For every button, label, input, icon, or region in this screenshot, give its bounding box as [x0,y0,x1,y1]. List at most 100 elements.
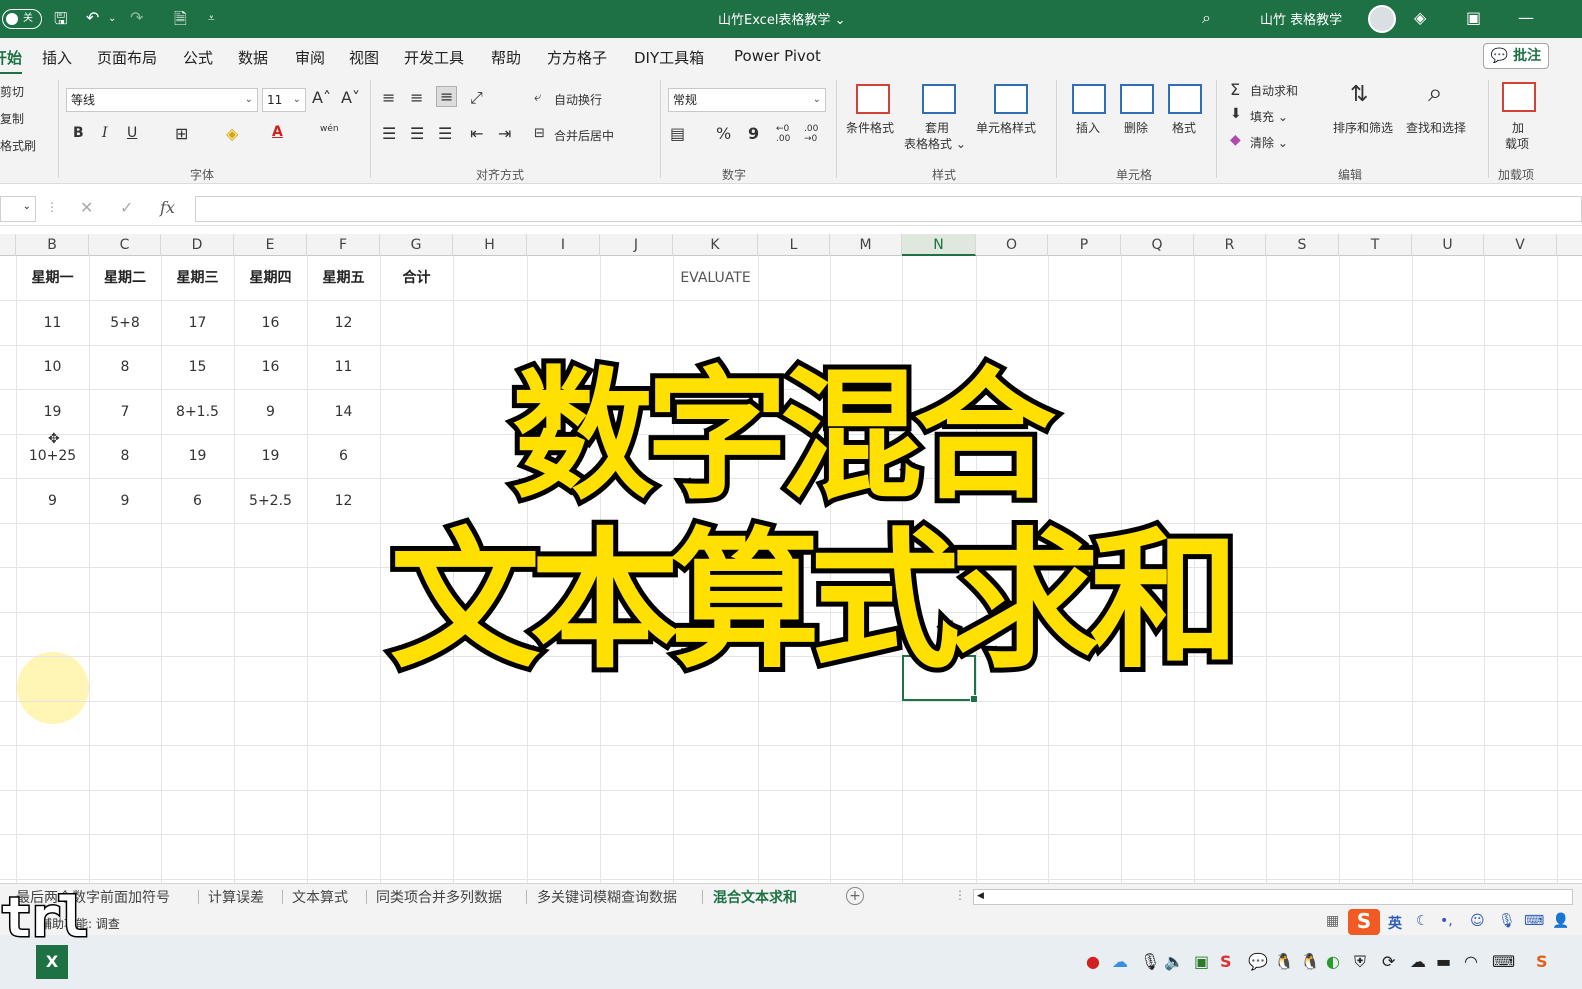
punctuation-icon[interactable]: •, [1440,913,1453,929]
cell-styles-icon[interactable] [994,84,1028,114]
format-cells-button[interactable]: 格式 [1172,119,1196,136]
column-header[interactable]: F [307,234,380,256]
fill-color-icon[interactable]: ◈ [226,124,238,143]
undo-dropdown-icon[interactable]: ⌄ [108,13,116,24]
bold-button[interactable]: B [73,125,84,141]
mic-icon[interactable]: 🎙 [1498,913,1516,929]
increase-decimal-button[interactable]: ←0 .00 [776,124,798,144]
cloud-icon[interactable]: ☁ [1112,952,1128,971]
column-header[interactable]: V [1484,234,1557,256]
table-header-cell[interactable]: 星期五 [307,256,380,300]
qq-icon-2[interactable]: 🐧 [1300,952,1320,971]
addins-icon[interactable] [1502,82,1536,112]
user-name[interactable]: 山竹 表格教学 [1260,9,1342,28]
table-cell[interactable]: 5+2.5 [234,479,307,523]
window-title[interactable]: 山竹Excel表格教学 ⌄ [718,9,845,28]
table-cell[interactable]: 8 [89,345,161,389]
table-cell[interactable]: 5+8 [89,301,161,345]
autosum-button[interactable]: 自动求和 [1250,82,1298,99]
cancel-icon[interactable]: ✕ [80,198,93,217]
column-header[interactable]: N [902,234,976,256]
column-header[interactable]: M [830,234,902,256]
table-cell[interactable]: 11 [16,301,89,345]
underline-button[interactable]: U [127,125,137,141]
user-icon[interactable]: 👤 [1552,913,1569,929]
tab-insert[interactable]: 插入 [42,47,72,68]
sync-icon[interactable]: ⟳ [1382,952,1395,971]
sogou-ime-icon[interactable]: S [1348,909,1380,935]
format-as-table-label-2[interactable]: 表格格式 ⌄ [904,135,966,152]
table-cell[interactable]: 19 [16,390,89,434]
scroll-left-icon[interactable]: ◀ [977,891,984,901]
table-header-cell[interactable]: 星期二 [89,256,161,300]
volume-icon[interactable]: 🔈 [1164,952,1184,971]
borders-icon[interactable]: ⊞ [175,124,188,143]
column-header[interactable]: E [234,234,307,256]
enter-icon[interactable]: ✓ [120,198,133,217]
tab-data[interactable]: 数据 [238,47,268,68]
table-cell[interactable]: 19 [161,434,234,478]
sheet-tab-active[interactable]: 混合文本求和 [707,887,803,911]
more-icon[interactable]: ⋮ [46,200,58,214]
tab-ffgz[interactable]: 方方格子 [547,47,607,68]
align-left-icon[interactable]: ☰ [382,124,396,143]
onedrive-icon[interactable]: ☁ [1410,952,1426,971]
find-select-button[interactable]: 查找和选择 [1406,119,1466,136]
delete-cells-icon[interactable] [1120,84,1154,114]
table-cell[interactable]: 8+1.5 [161,390,234,434]
select-all-corner[interactable] [0,234,16,256]
italic-button[interactable]: I [102,125,108,141]
table-cell[interactable]: 11 [307,345,380,389]
table-header-cell[interactable]: 星期一 [16,256,89,300]
table-header-cell[interactable]: 合计 [380,256,453,300]
diamond-icon[interactable]: ◈ [1414,8,1426,27]
evaluate-label-cell[interactable]: EVALUATE [673,256,758,300]
table-header-cell[interactable]: 星期三 [161,256,234,300]
align-middle-icon[interactable]: ≡ [410,88,423,107]
column-header[interactable]: B [16,234,89,256]
comment-button[interactable]: 💬 批注 [1483,43,1549,69]
battery-icon[interactable]: ▬ [1436,952,1451,971]
redo-icon[interactable]: ↷ [130,8,143,27]
column-header[interactable]: D [161,234,234,256]
grow-font-button[interactable]: A˄ [312,88,331,107]
wrap-text-button[interactable]: 自动换行 [554,91,602,108]
nvidia-icon[interactable]: ▣ [1194,952,1209,971]
insert-function-button[interactable]: fx [160,198,175,217]
font-size-select[interactable]: 11 ⌄ [262,88,306,112]
format-as-table-icon[interactable] [922,84,956,114]
font-color-button[interactable]: A [272,124,283,140]
column-header[interactable]: S [1266,234,1339,256]
copy-button[interactable]: 复制 [0,110,24,127]
search-icon[interactable]: ⌕ [1202,8,1211,28]
name-box[interactable]: ⌄ [0,196,36,222]
ribbon-display-icon[interactable]: ▣ [1466,8,1481,27]
percent-button[interactable]: % [716,124,731,143]
tab-diy-toolbox[interactable]: DIY工具箱 [634,47,704,68]
column-header[interactable]: C [89,234,161,256]
sheet-tab[interactable]: 计算误差 [208,887,264,907]
tab-page-layout[interactable]: 页面布局 [97,47,157,68]
table-cell[interactable]: 10 [16,345,89,389]
ime-language[interactable]: 英 [1388,913,1402,933]
autosave-toggle[interactable]: 关 [2,9,42,29]
conditional-format-button[interactable]: 条件格式 [846,119,894,136]
align-right-icon[interactable]: ☰ [438,124,452,143]
table-cell[interactable]: 16 [234,301,307,345]
record-icon[interactable]: ● [1086,952,1100,971]
undo-icon[interactable]: ↶ [86,8,99,27]
sheet-tab[interactable]: 同类项合并多列数据 [376,887,502,907]
wifi-icon[interactable]: ◠ [1464,952,1478,971]
horizontal-scrollbar[interactable]: ◀ [973,889,1573,905]
cut-button[interactable]: 剪切 [0,83,24,100]
merge-center-button[interactable]: 合并后居中 [554,127,614,144]
font-name-select[interactable]: 等线 ⌄ [66,88,258,112]
sogou-tray-icon[interactable]: S [1220,952,1232,971]
column-header[interactable]: K [673,234,758,256]
table-cell[interactable]: 12 [307,479,380,523]
emoji-icon[interactable]: ☺ [1470,913,1485,929]
table-header-cell[interactable]: 星期四 [234,256,307,300]
table-cell[interactable]: 6 [307,434,380,478]
insert-cells-icon[interactable] [1072,84,1106,114]
shield-icon[interactable]: ⛨ [1354,952,1366,972]
